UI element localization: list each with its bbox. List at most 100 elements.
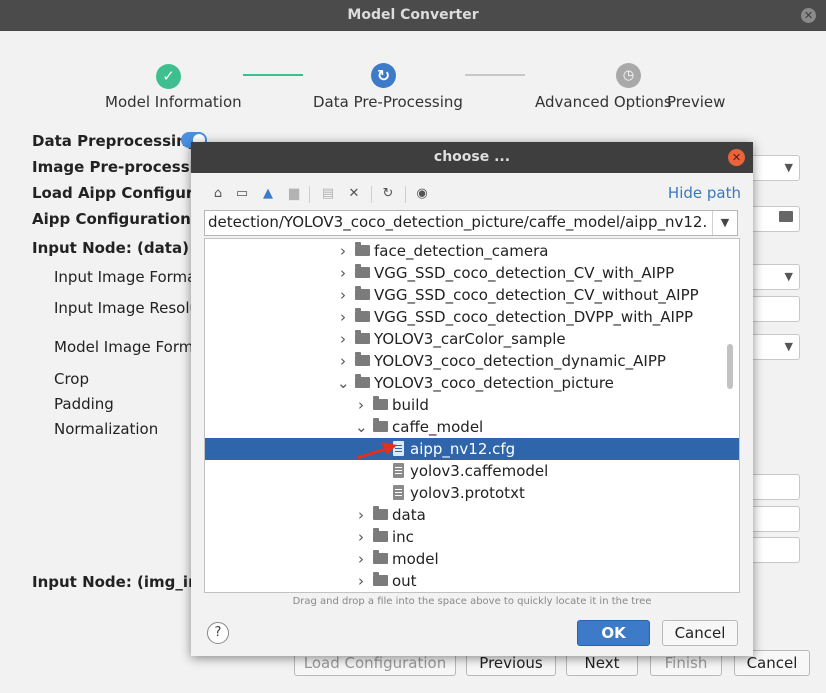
step-done-icon: ✓ [156, 64, 181, 89]
tree-folder-row[interactable]: › data [205, 504, 739, 526]
chevron-down-icon[interactable]: ⌄ [337, 372, 350, 394]
chevron-right-icon[interactable]: › [337, 262, 349, 284]
folder-icon [373, 418, 388, 432]
step-label-preview[interactable]: Preview [667, 93, 725, 111]
tree-item-label: VGG_SSD_coco_detection_CV_without_AIPP [374, 286, 699, 304]
step-active-icon: ↻ [371, 63, 396, 88]
tree-folder-row[interactable]: ⌄ caffe_model [205, 416, 739, 438]
tree-folder-row[interactable]: › VGG_SSD_coco_detection_DVPP_with_AIPP [205, 306, 739, 328]
new-folder-icon[interactable]: ▤ [319, 185, 337, 203]
toolbar-separator [309, 186, 310, 203]
show-hidden-icon[interactable]: ◉ [413, 185, 431, 203]
dialog-cancel-button[interactable]: Cancel [662, 620, 738, 646]
file-icon [393, 441, 404, 456]
crop-label: Crop [54, 370, 90, 388]
tree-item-label: aipp_nv12.cfg [410, 440, 516, 458]
hide-path-link[interactable]: Hide path [668, 184, 741, 202]
folder-icon [355, 308, 370, 322]
input-node-img-label: Input Node: (img_info [32, 573, 216, 591]
step-label-data-preprocessing[interactable]: Data Pre-Processing [313, 93, 463, 111]
path-input[interactable]: detection/YOLOV3_coco_detection_picture/… [204, 210, 738, 236]
folder-icon [373, 396, 388, 410]
padding-label: Padding [54, 395, 114, 413]
tree-folder-row[interactable]: › YOLOV3_carColor_sample [205, 328, 739, 350]
module-icon[interactable]: ▆ [285, 185, 303, 203]
path-history-dropdown-icon[interactable]: ▼ [712, 211, 737, 235]
input-image-format-label: Input Image Format [54, 268, 203, 286]
dialog-title: choose ... [433, 149, 511, 165]
tree-folder-row[interactable]: ⌄ YOLOV3_coco_detection_picture [205, 372, 739, 394]
desktop-icon[interactable]: ▭ [233, 185, 251, 203]
tree-file-row[interactable]: yolov3.prototxt [205, 482, 739, 504]
tree-item-label: model [392, 550, 439, 568]
tree-folder-row[interactable]: › out [205, 570, 739, 592]
chevron-right-icon[interactable]: › [337, 306, 349, 328]
load-aipp-label: Load Aipp Configurati [32, 184, 216, 202]
folder-icon [355, 374, 370, 388]
folder-icon [355, 286, 370, 300]
chevron-right-icon[interactable]: › [355, 394, 367, 416]
tree-item-label: VGG_SSD_coco_detection_CV_with_AIPP [374, 264, 675, 282]
data-preprocessing-label: Data Preprocessing [32, 132, 198, 150]
refresh-icon[interactable]: ↻ [379, 185, 397, 203]
window-close-icon[interactable]: ✕ [801, 8, 816, 23]
image-preprocessing-label: Image Pre-processing [32, 158, 217, 176]
folder-icon [355, 264, 370, 278]
tree-item-label: VGG_SSD_coco_detection_DVPP_with_AIPP [374, 308, 694, 326]
tree-folder-row[interactable]: › VGG_SSD_coco_detection_CV_with_AIPP [205, 262, 739, 284]
tree-file-row[interactable]: aipp_nv12.cfg [205, 438, 739, 460]
tree-item-label: caffe_model [392, 418, 484, 436]
file-icon [393, 485, 404, 500]
tree-item-label: build [392, 396, 429, 414]
tree-scrollbar[interactable] [727, 344, 733, 389]
toolbar-separator [371, 186, 372, 203]
tree-folder-row[interactable]: › VGG_SSD_coco_detection_CV_without_AIPP [205, 284, 739, 306]
tree-folder-row[interactable]: › face_detection_camera [205, 240, 739, 262]
chevron-right-icon[interactable]: › [337, 240, 349, 262]
window-titlebar: Model Converter ✕ [0, 0, 826, 31]
tree-item-label: data [392, 506, 426, 524]
chevron-right-icon[interactable]: › [355, 504, 367, 526]
chevron-right-icon[interactable]: › [337, 284, 349, 306]
dialog-close-icon[interactable]: ✕ [728, 149, 745, 166]
chevron-down-icon: ▼ [784, 270, 793, 283]
tree-item-label: face_detection_camera [374, 242, 549, 260]
step-label-advanced-options[interactable]: Advanced Options [535, 93, 672, 111]
window-title: Model Converter [347, 7, 479, 23]
tree-item-label: yolov3.prototxt [410, 484, 525, 502]
tree-folder-row[interactable]: › inc [205, 526, 739, 548]
tree-item-label: YOLOV3_carColor_sample [374, 330, 566, 348]
folder-icon [373, 550, 388, 564]
step-connector-done [243, 74, 303, 76]
tree-item-label: YOLOV3_coco_detection_dynamic_AIPP [374, 352, 666, 370]
chevron-right-icon[interactable]: › [355, 548, 367, 570]
input-node-data-label: Input Node: (data) [32, 239, 189, 257]
chevron-right-icon[interactable]: › [355, 570, 367, 592]
tree-item-label: out [392, 572, 417, 590]
dialog-titlebar: choose ... ✕ [191, 142, 753, 173]
tree-file-row[interactable]: yolov3.caffemodel [205, 460, 739, 482]
ok-button[interactable]: OK [577, 620, 650, 646]
aipp-config-file-label: Aipp Configuration Fil [32, 210, 217, 228]
delete-icon[interactable]: ✕ [345, 185, 363, 203]
toolbar-separator [405, 186, 406, 203]
tree-folder-row[interactable]: › YOLOV3_coco_detection_dynamic_AIPP [205, 350, 739, 372]
tree-item-label: yolov3.caffemodel [410, 462, 549, 480]
tree-folder-row[interactable]: › model [205, 548, 739, 570]
input-image-resolution-label: Input Image Resolut [54, 299, 205, 317]
folder-icon [779, 211, 793, 222]
chevron-right-icon[interactable]: › [337, 350, 349, 372]
chevron-right-icon[interactable]: › [337, 328, 349, 350]
tree-item-label: YOLOV3_coco_detection_picture [374, 374, 614, 392]
step-label-model-info[interactable]: Model Information [105, 93, 242, 111]
tree-folder-row[interactable]: › build [205, 394, 739, 416]
step-pending-icon: ◷ [616, 63, 641, 88]
home-icon[interactable]: ⌂ [209, 185, 227, 203]
file-tree[interactable]: › out › model › inc › data yolov3.prototxt yolov3… [204, 238, 740, 593]
chevron-down-icon[interactable]: ⌄ [355, 416, 368, 438]
model-image-format-label: Model Image Forma [54, 338, 203, 356]
chevron-right-icon[interactable]: › [355, 526, 367, 548]
folder-icon [373, 528, 388, 542]
help-button[interactable]: ? [207, 622, 229, 644]
project-icon[interactable]: ▲ [259, 185, 277, 203]
